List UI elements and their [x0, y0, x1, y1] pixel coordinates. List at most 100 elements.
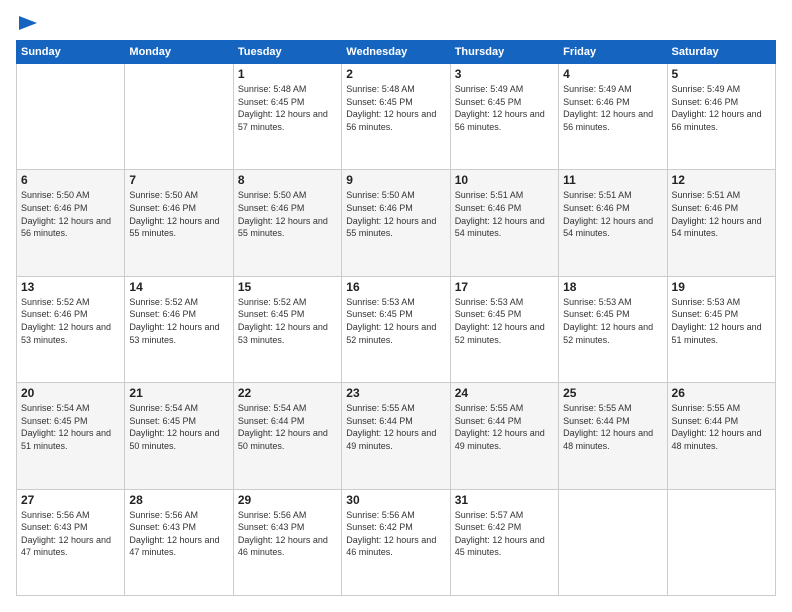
- day-info: Sunrise: 5:52 AM Sunset: 6:45 PM Dayligh…: [238, 296, 337, 346]
- day-info: Sunrise: 5:51 AM Sunset: 6:46 PM Dayligh…: [563, 189, 662, 239]
- calendar-table: Sunday Monday Tuesday Wednesday Thursday…: [16, 40, 776, 596]
- day-info: Sunrise: 5:55 AM Sunset: 6:44 PM Dayligh…: [346, 402, 445, 452]
- table-cell: 3 Sunrise: 5:49 AM Sunset: 6:45 PM Daylig…: [450, 64, 558, 170]
- day-number: 30: [346, 493, 445, 507]
- day-number: 22: [238, 386, 337, 400]
- day-info: Sunrise: 5:57 AM Sunset: 6:42 PM Dayligh…: [455, 509, 554, 559]
- table-cell: 31 Sunrise: 5:57 AM Sunset: 6:42 PM Dayli…: [450, 489, 558, 595]
- day-info: Sunrise: 5:52 AM Sunset: 6:46 PM Dayligh…: [129, 296, 228, 346]
- col-sunday: Sunday: [17, 41, 125, 64]
- day-info: Sunrise: 5:55 AM Sunset: 6:44 PM Dayligh…: [455, 402, 554, 452]
- day-number: 25: [563, 386, 662, 400]
- table-cell: 23 Sunrise: 5:55 AM Sunset: 6:44 PM Dayli…: [342, 383, 450, 489]
- table-cell: 17 Sunrise: 5:53 AM Sunset: 6:45 PM Dayli…: [450, 276, 558, 382]
- table-cell: 7 Sunrise: 5:50 AM Sunset: 6:46 PM Daylig…: [125, 170, 233, 276]
- logo: [16, 16, 37, 30]
- day-info: Sunrise: 5:53 AM Sunset: 6:45 PM Dayligh…: [672, 296, 771, 346]
- day-number: 5: [672, 67, 771, 81]
- day-info: Sunrise: 5:49 AM Sunset: 6:46 PM Dayligh…: [563, 83, 662, 133]
- day-number: 14: [129, 280, 228, 294]
- day-number: 17: [455, 280, 554, 294]
- day-info: Sunrise: 5:50 AM Sunset: 6:46 PM Dayligh…: [129, 189, 228, 239]
- day-info: Sunrise: 5:51 AM Sunset: 6:46 PM Dayligh…: [672, 189, 771, 239]
- table-cell: 10Sunrise: 5:51 AM Sunset: 6:46 PM Dayli…: [450, 170, 558, 276]
- day-info: Sunrise: 5:48 AM Sunset: 6:45 PM Dayligh…: [346, 83, 445, 133]
- day-number: 18: [563, 280, 662, 294]
- table-cell: 5 Sunrise: 5:49 AM Sunset: 6:46 PM Daylig…: [667, 64, 775, 170]
- day-number: 16: [346, 280, 445, 294]
- day-number: 13: [21, 280, 120, 294]
- day-info: Sunrise: 5:55 AM Sunset: 6:44 PM Dayligh…: [672, 402, 771, 452]
- day-number: 7: [129, 173, 228, 187]
- table-cell: 13Sunrise: 5:52 AM Sunset: 6:46 PM Dayli…: [17, 276, 125, 382]
- day-info: Sunrise: 5:51 AM Sunset: 6:46 PM Dayligh…: [455, 189, 554, 239]
- table-cell: 6 Sunrise: 5:50 AM Sunset: 6:46 PM Daylig…: [17, 170, 125, 276]
- table-cell: 30 Sunrise: 5:56 AM Sunset: 6:42 PM Dayli…: [342, 489, 450, 595]
- calendar-week-row: 6 Sunrise: 5:50 AM Sunset: 6:46 PM Daylig…: [17, 170, 776, 276]
- day-info: Sunrise: 5:56 AM Sunset: 6:42 PM Dayligh…: [346, 509, 445, 559]
- table-cell: 9 Sunrise: 5:50 AM Sunset: 6:46 PM Daylig…: [342, 170, 450, 276]
- table-cell: 1 Sunrise: 5:48 AM Sunset: 6:45 PM Daylig…: [233, 64, 341, 170]
- day-info: Sunrise: 5:55 AM Sunset: 6:44 PM Dayligh…: [563, 402, 662, 452]
- day-number: 23: [346, 386, 445, 400]
- day-info: Sunrise: 5:54 AM Sunset: 6:44 PM Dayligh…: [238, 402, 337, 452]
- day-number: 26: [672, 386, 771, 400]
- day-number: 19: [672, 280, 771, 294]
- page: Sunday Monday Tuesday Wednesday Thursday…: [0, 0, 792, 612]
- day-info: Sunrise: 5:53 AM Sunset: 6:45 PM Dayligh…: [455, 296, 554, 346]
- day-info: Sunrise: 5:54 AM Sunset: 6:45 PM Dayligh…: [21, 402, 120, 452]
- day-number: 31: [455, 493, 554, 507]
- col-wednesday: Wednesday: [342, 41, 450, 64]
- day-info: Sunrise: 5:54 AM Sunset: 6:45 PM Dayligh…: [129, 402, 228, 452]
- table-cell: [559, 489, 667, 595]
- table-cell: 11Sunrise: 5:51 AM Sunset: 6:46 PM Dayli…: [559, 170, 667, 276]
- day-info: Sunrise: 5:49 AM Sunset: 6:46 PM Dayligh…: [672, 83, 771, 133]
- day-number: 15: [238, 280, 337, 294]
- table-cell: 24Sunrise: 5:55 AM Sunset: 6:44 PM Dayli…: [450, 383, 558, 489]
- col-saturday: Saturday: [667, 41, 775, 64]
- day-info: Sunrise: 5:53 AM Sunset: 6:45 PM Dayligh…: [563, 296, 662, 346]
- table-cell: 12 Sunrise: 5:51 AM Sunset: 6:46 PM Dayli…: [667, 170, 775, 276]
- day-number: 4: [563, 67, 662, 81]
- table-cell: 26 Sunrise: 5:55 AM Sunset: 6:44 PM Dayli…: [667, 383, 775, 489]
- day-info: Sunrise: 5:56 AM Sunset: 6:43 PM Dayligh…: [129, 509, 228, 559]
- table-cell: [125, 64, 233, 170]
- calendar-week-row: 27 Sunrise: 5:56 AM Sunset: 6:43 PM Dayli…: [17, 489, 776, 595]
- table-cell: 28Sunrise: 5:56 AM Sunset: 6:43 PM Dayli…: [125, 489, 233, 595]
- table-cell: 19 Sunrise: 5:53 AM Sunset: 6:45 PM Dayli…: [667, 276, 775, 382]
- table-cell: 27 Sunrise: 5:56 AM Sunset: 6:43 PM Dayli…: [17, 489, 125, 595]
- col-monday: Monday: [125, 41, 233, 64]
- day-number: 3: [455, 67, 554, 81]
- day-info: Sunrise: 5:50 AM Sunset: 6:46 PM Dayligh…: [21, 189, 120, 239]
- day-number: 6: [21, 173, 120, 187]
- day-info: Sunrise: 5:56 AM Sunset: 6:43 PM Dayligh…: [238, 509, 337, 559]
- table-cell: 16 Sunrise: 5:53 AM Sunset: 6:45 PM Dayli…: [342, 276, 450, 382]
- col-friday: Friday: [559, 41, 667, 64]
- table-cell: 4 Sunrise: 5:49 AM Sunset: 6:46 PM Daylig…: [559, 64, 667, 170]
- table-cell: 22 Sunrise: 5:54 AM Sunset: 6:44 PM Dayli…: [233, 383, 341, 489]
- table-cell: 20 Sunrise: 5:54 AM Sunset: 6:45 PM Dayli…: [17, 383, 125, 489]
- day-number: 20: [21, 386, 120, 400]
- calendar-week-row: 20 Sunrise: 5:54 AM Sunset: 6:45 PM Dayli…: [17, 383, 776, 489]
- table-cell: 8Sunrise: 5:50 AM Sunset: 6:46 PM Daylig…: [233, 170, 341, 276]
- day-number: 1: [238, 67, 337, 81]
- col-thursday: Thursday: [450, 41, 558, 64]
- day-number: 2: [346, 67, 445, 81]
- table-cell: 25 Sunrise: 5:55 AM Sunset: 6:44 PM Dayli…: [559, 383, 667, 489]
- header-row: Sunday Monday Tuesday Wednesday Thursday…: [17, 41, 776, 64]
- table-cell: 2 Sunrise: 5:48 AM Sunset: 6:45 PM Daylig…: [342, 64, 450, 170]
- day-info: Sunrise: 5:49 AM Sunset: 6:45 PM Dayligh…: [455, 83, 554, 133]
- table-cell: 15 Sunrise: 5:52 AM Sunset: 6:45 PM Dayli…: [233, 276, 341, 382]
- day-info: Sunrise: 5:50 AM Sunset: 6:46 PM Dayligh…: [346, 189, 445, 239]
- day-number: 8: [238, 173, 337, 187]
- day-info: Sunrise: 5:48 AM Sunset: 6:45 PM Dayligh…: [238, 83, 337, 133]
- day-number: 27: [21, 493, 120, 507]
- day-info: Sunrise: 5:56 AM Sunset: 6:43 PM Dayligh…: [21, 509, 120, 559]
- col-tuesday: Tuesday: [233, 41, 341, 64]
- calendar-week-row: 1 Sunrise: 5:48 AM Sunset: 6:45 PM Daylig…: [17, 64, 776, 170]
- calendar-week-row: 13 Sunrise: 5:52 AM Sunset: 6:46 PM Dayli…: [17, 276, 776, 382]
- day-info: Sunrise: 5:53 AM Sunset: 6:45 PM Dayligh…: [346, 296, 445, 346]
- day-number: 9: [346, 173, 445, 187]
- logo-flag-icon: [19, 16, 37, 30]
- day-number: 12: [672, 173, 771, 187]
